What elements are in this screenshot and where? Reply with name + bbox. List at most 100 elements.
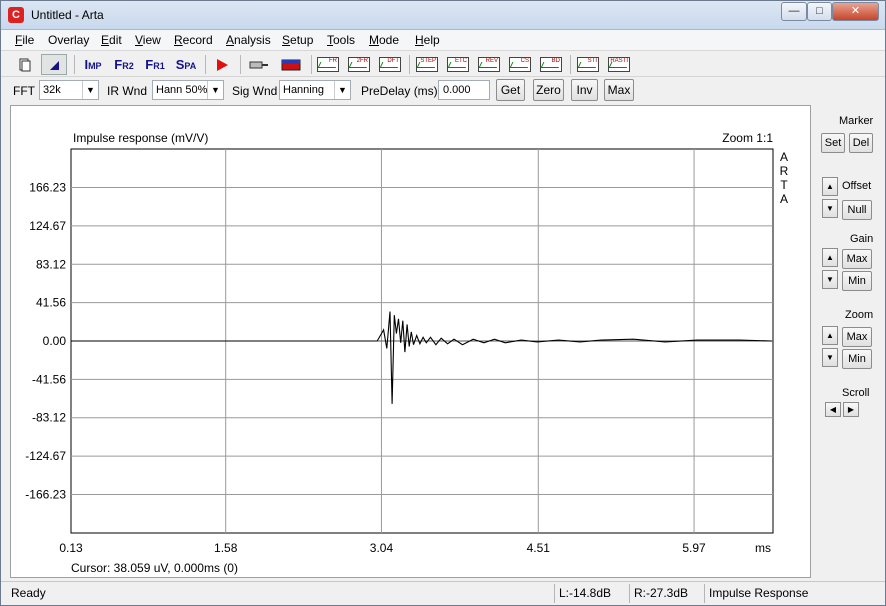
imp-small: MP bbox=[88, 61, 102, 71]
zoom-min-button[interactable]: Min bbox=[842, 349, 872, 369]
offset-null-button[interactable]: Null bbox=[842, 200, 872, 220]
new-file-button[interactable] bbox=[13, 54, 35, 75]
fft-select[interactable]: 32k ▼ bbox=[39, 80, 99, 100]
step-graph-icon: STEP bbox=[416, 57, 438, 72]
fr1-small: R1 bbox=[153, 61, 165, 71]
sti-graph-icon: STI bbox=[577, 57, 599, 72]
generator-button[interactable] bbox=[246, 54, 272, 75]
offset-label: Offset bbox=[842, 180, 872, 192]
menu-help[interactable]: Help bbox=[415, 33, 440, 47]
fr-graph-button[interactable]: FR bbox=[314, 54, 342, 75]
cursor-button[interactable] bbox=[41, 54, 67, 75]
rasti-graph-button[interactable]: RASTI bbox=[605, 54, 633, 75]
plot-title: Impulse response (mV/V) bbox=[73, 131, 208, 145]
scroll-label: Scroll bbox=[842, 387, 870, 399]
dft-graph-button[interactable]: DFT bbox=[376, 54, 404, 75]
y-tick-label: 166.23 bbox=[29, 181, 66, 195]
cursor-icon bbox=[50, 60, 59, 70]
sti-graph-button[interactable]: STI bbox=[574, 54, 602, 75]
fr2-small: R2 bbox=[122, 61, 134, 71]
menu-edit[interactable]: Edit bbox=[101, 33, 122, 47]
chevron-down-icon[interactable]: ▼ bbox=[207, 81, 223, 99]
zoom-max-button[interactable]: Max bbox=[842, 327, 872, 347]
arta-watermark-letter: R bbox=[780, 164, 789, 178]
menu-bar: File Overlay Edit View Record Analysis S… bbox=[1, 30, 885, 51]
title-bar[interactable]: C Untitled - Arta — □ ✕ bbox=[1, 1, 885, 30]
play-button[interactable] bbox=[211, 54, 233, 75]
menu-analysis[interactable]: Analysis bbox=[226, 33, 271, 47]
offset-down-button[interactable]: ▼ bbox=[822, 199, 838, 218]
sig-wnd-select[interactable]: Hanning ▼ bbox=[279, 80, 351, 100]
parameters-bar: FFT 32k ▼ IR Wnd Hann 50% ▼ Sig Wnd Hannin… bbox=[1, 78, 885, 104]
rev-graph-button[interactable]: REV bbox=[475, 54, 503, 75]
arta-watermark-letter: T bbox=[780, 178, 788, 192]
x-tick-label: 5.97 bbox=[682, 541, 706, 555]
gain-max-button[interactable]: Max bbox=[842, 249, 872, 269]
menu-setup[interactable]: Setup bbox=[282, 33, 313, 47]
x-tick-label: 3.04 bbox=[370, 541, 394, 555]
fft-label: FFT bbox=[13, 84, 35, 98]
ir-wnd-label: IR Wnd bbox=[107, 84, 148, 98]
gain-up-button[interactable]: ▲ bbox=[822, 248, 838, 267]
y-tick-label: -83.12 bbox=[32, 411, 66, 425]
cs-graph-button[interactable]: CS bbox=[506, 54, 534, 75]
generator-icon bbox=[249, 61, 268, 68]
impulse-response-plot[interactable]: 0.13 1.58 3.04 4.51 5.97 ms 166.23 124.67 83.12 4… bbox=[10, 105, 811, 578]
toolbar: IMP FR2 FR1 SPA FR 2FR DFT STEP ETC REV … bbox=[1, 52, 885, 77]
scroll-left-button[interactable]: ◀ bbox=[825, 402, 841, 417]
y-tick-label: -166.23 bbox=[25, 487, 66, 501]
status-bar: Ready L:-14.8dB R:-27.3dB Impulse Respon… bbox=[1, 581, 885, 605]
zoom-up-button[interactable]: ▲ bbox=[822, 326, 838, 345]
minimize-button[interactable]: — bbox=[781, 2, 807, 21]
offset-up-button[interactable]: ▲ bbox=[822, 177, 838, 196]
rasti-graph-icon: RASTI bbox=[608, 57, 630, 72]
gain-min-button[interactable]: Min bbox=[842, 271, 872, 291]
marker-set-button[interactable]: Set bbox=[821, 133, 845, 153]
impulse-mode-button[interactable]: IMP bbox=[80, 54, 106, 75]
arta-watermark-letter: A bbox=[780, 150, 788, 164]
etc-graph-button[interactable]: ETC bbox=[444, 54, 472, 75]
fr1-mode-button[interactable]: FR1 bbox=[142, 54, 168, 75]
fr2-mode-button[interactable]: FR2 bbox=[111, 54, 137, 75]
etc-graph-icon: ETC bbox=[447, 57, 469, 72]
zoom-label: Zoom bbox=[845, 309, 874, 321]
bd-graph-button[interactable]: BD bbox=[537, 54, 565, 75]
impulse-response-chart[interactable]: 0.13 1.58 3.04 4.51 5.97 ms 166.23 124.67 83.12 4… bbox=[11, 106, 812, 579]
meter-button[interactable] bbox=[278, 54, 304, 75]
max-button[interactable]: Max bbox=[604, 79, 634, 101]
arta-app-icon[interactable]: C bbox=[8, 7, 24, 23]
play-icon bbox=[217, 58, 228, 71]
zoom-down-button[interactable]: ▼ bbox=[822, 348, 838, 367]
zero-button[interactable]: Zero bbox=[533, 79, 564, 101]
get-button[interactable]: Get bbox=[496, 79, 525, 101]
bd-graph-icon: BD bbox=[540, 57, 562, 72]
maximize-button[interactable]: □ bbox=[807, 2, 832, 21]
status-right-level: R:-27.3dB bbox=[629, 584, 701, 603]
invert-button[interactable]: Inv bbox=[571, 79, 598, 101]
menu-mode[interactable]: Mode bbox=[369, 33, 399, 47]
scroll-right-button[interactable]: ▶ bbox=[843, 402, 859, 417]
menu-record[interactable]: Record bbox=[174, 33, 213, 47]
fft-value: 32k bbox=[43, 84, 61, 96]
chevron-down-icon[interactable]: ▼ bbox=[334, 81, 350, 99]
menu-view[interactable]: View bbox=[135, 33, 161, 47]
2fr-graph-button[interactable]: 2FR bbox=[345, 54, 373, 75]
ir-wnd-select[interactable]: Hann 50% ▼ bbox=[152, 80, 224, 100]
y-tick-label: 83.12 bbox=[36, 257, 66, 271]
close-button[interactable]: ✕ bbox=[832, 2, 879, 21]
y-tick-label: 0.00 bbox=[43, 334, 67, 348]
chevron-down-icon[interactable]: ▼ bbox=[82, 81, 98, 99]
marker-del-button[interactable]: Del bbox=[849, 133, 873, 153]
step-graph-button[interactable]: STEP bbox=[413, 54, 441, 75]
menu-file[interactable]: File bbox=[15, 33, 34, 47]
fr-graph-icon: FR bbox=[317, 57, 339, 72]
predelay-input[interactable]: 0.000 bbox=[438, 80, 490, 100]
menu-overlay[interactable]: Overlay bbox=[48, 33, 89, 47]
y-tick-label: 124.67 bbox=[29, 219, 66, 233]
gain-down-button[interactable]: ▼ bbox=[822, 270, 838, 289]
status-mode: Impulse Response bbox=[704, 584, 882, 603]
y-tick-label: -124.67 bbox=[25, 449, 66, 463]
predelay-label: PreDelay (ms) bbox=[361, 84, 438, 98]
spa-mode-button[interactable]: SPA bbox=[173, 54, 199, 75]
menu-tools[interactable]: Tools bbox=[327, 33, 355, 47]
